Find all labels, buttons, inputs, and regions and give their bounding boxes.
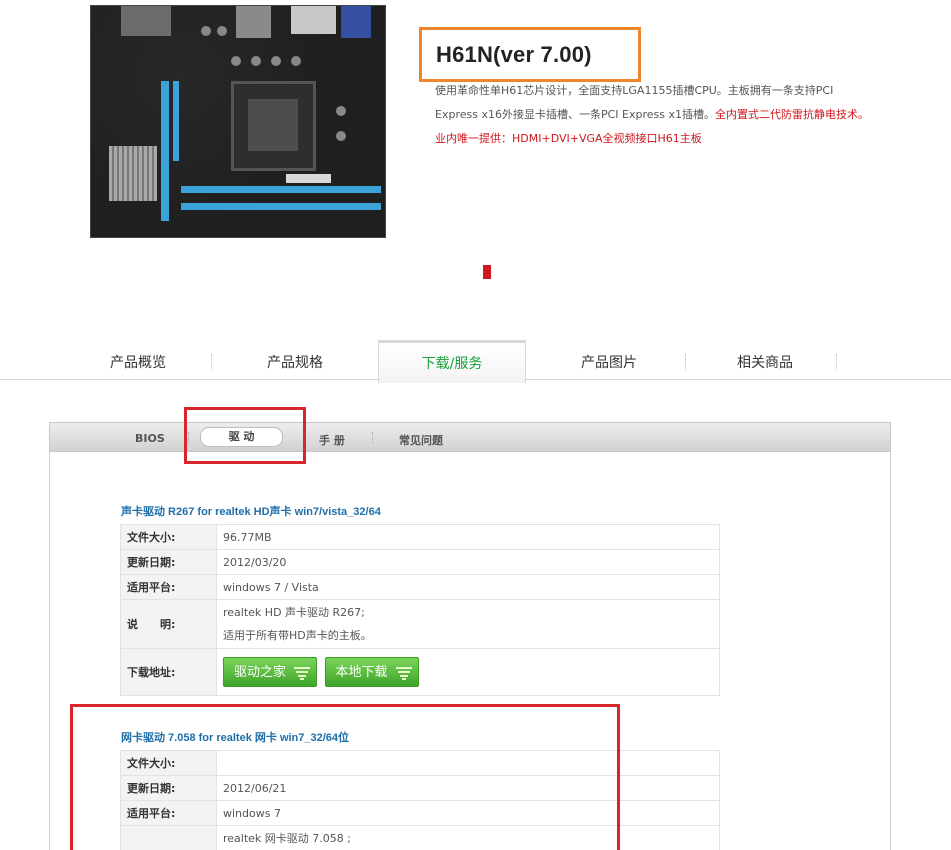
subtab-divider <box>372 432 373 444</box>
file-size-label: 文件大小: <box>120 524 217 550</box>
board-heatsink <box>109 146 157 201</box>
desc-line-2: Express x16外接显卡插槽、一条PCI Express x1插槽。全内置… <box>435 103 905 127</box>
board-capacitor <box>336 131 346 141</box>
board-socket-core <box>248 99 298 151</box>
update-date-value: 2012/03/20 <box>216 549 720 575</box>
board-pcie-slot <box>161 81 169 221</box>
subtab-faq[interactable]: 常见问题 <box>399 432 443 448</box>
note-line-1: realtek HD 声卡驱动 R267; <box>223 606 365 619</box>
tab-overview[interactable]: 产品概览 <box>108 352 168 376</box>
tab-download-service[interactable]: 下载/服务 <box>378 340 526 383</box>
subtab-manual[interactable]: 手 册 <box>319 432 345 448</box>
desc-line-1: 使用革命性单H61芯片设计，全面支持LGA1155插槽CPU。主板拥有一条支持P… <box>435 84 834 97</box>
subtab-bios[interactable]: BIOS <box>135 432 165 445</box>
desc-line-3: 业内唯一提供：HDMI+DVI+VGA全视频接口H61主板 <box>435 132 702 145</box>
tab-divider <box>836 354 837 370</box>
board-io-port <box>121 6 171 36</box>
image-pager-dot[interactable] <box>483 265 491 279</box>
platform-value: windows 7 / Vista <box>216 574 720 600</box>
highlight-box-network-driver <box>70 704 620 850</box>
update-date-label: 更新日期: <box>120 549 217 575</box>
table-row: 文件大小: 96.77MB <box>120 524 720 550</box>
subtab-bar <box>49 422 891 452</box>
download-local-label: 本地下载 <box>335 665 388 680</box>
board-capacitor <box>251 56 261 66</box>
tab-divider <box>685 354 686 370</box>
driver-info-audio: 文件大小: 96.77MB 更新日期: 2012/03/20 适用平台: win… <box>120 524 720 696</box>
highlight-box-drivers-tab <box>184 407 306 464</box>
board-cpu-socket <box>231 81 316 171</box>
driver-title-audio[interactable]: 声卡驱动 R267 for realtek HD声卡 win7/vista_32… <box>121 503 381 519</box>
download-driverhome-button[interactable]: 驱动之家 <box>223 657 318 687</box>
download-label: 下载地址: <box>120 648 217 696</box>
board-vga-port <box>341 6 371 38</box>
tab-divider <box>211 354 212 370</box>
board-ram-slot <box>181 186 381 193</box>
product-title-box: H61N(ver 7.00) <box>419 27 641 82</box>
product-title: H61N(ver 7.00) <box>436 41 592 67</box>
table-row: 下载地址: 驱动之家 本地下载 <box>120 648 720 696</box>
product-image <box>90 5 386 238</box>
table-row: 说 明: realtek HD 声卡驱动 R267; 适用于所有带HD声卡的主板… <box>120 599 720 649</box>
board-capacitor <box>291 56 301 66</box>
download-lines-icon <box>395 667 412 680</box>
board-capacitor <box>336 106 346 116</box>
table-row: 更新日期: 2012/03/20 <box>120 549 720 575</box>
note-line-2: 适用于所有带HD声卡的主板。 <box>223 629 372 642</box>
board-sticker <box>286 174 331 183</box>
tab-photos[interactable]: 产品图片 <box>579 352 639 376</box>
desc-line-2-highlight: 全内置式二代防雷抗静电技术。 <box>714 108 869 121</box>
tab-related[interactable]: 相关商品 <box>735 352 795 376</box>
board-dvi-port <box>291 6 336 34</box>
board-pcie-slot <box>173 81 179 161</box>
board-capacitor <box>217 26 227 36</box>
product-description: 使用革命性单H61芯片设计，全面支持LGA1155插槽CPU。主板拥有一条支持P… <box>435 79 905 151</box>
tab-download-service-label: 下载/服务 <box>421 356 483 372</box>
platform-label: 适用平台: <box>120 574 217 600</box>
board-capacitor <box>231 56 241 66</box>
board-io-port <box>236 6 271 38</box>
file-size-value: 96.77MB <box>216 524 720 550</box>
download-driverhome-label: 驱动之家 <box>234 665 287 680</box>
note-value: realtek HD 声卡驱动 R267; 适用于所有带HD声卡的主板。 <box>216 599 720 649</box>
board-ram-slot <box>181 203 381 210</box>
desc-line-2-text: Express x16外接显卡插槽、一条PCI Express x1插槽。 <box>435 108 715 121</box>
download-lines-icon <box>294 667 311 680</box>
download-local-button[interactable]: 本地下载 <box>324 657 419 687</box>
tab-specs[interactable]: 产品规格 <box>265 352 325 376</box>
note-label: 说 明: <box>120 599 217 649</box>
table-row: 适用平台: windows 7 / Vista <box>120 574 720 600</box>
board-capacitor <box>201 26 211 36</box>
board-capacitor <box>271 56 281 66</box>
download-links: 驱动之家 本地下载 <box>216 648 720 696</box>
